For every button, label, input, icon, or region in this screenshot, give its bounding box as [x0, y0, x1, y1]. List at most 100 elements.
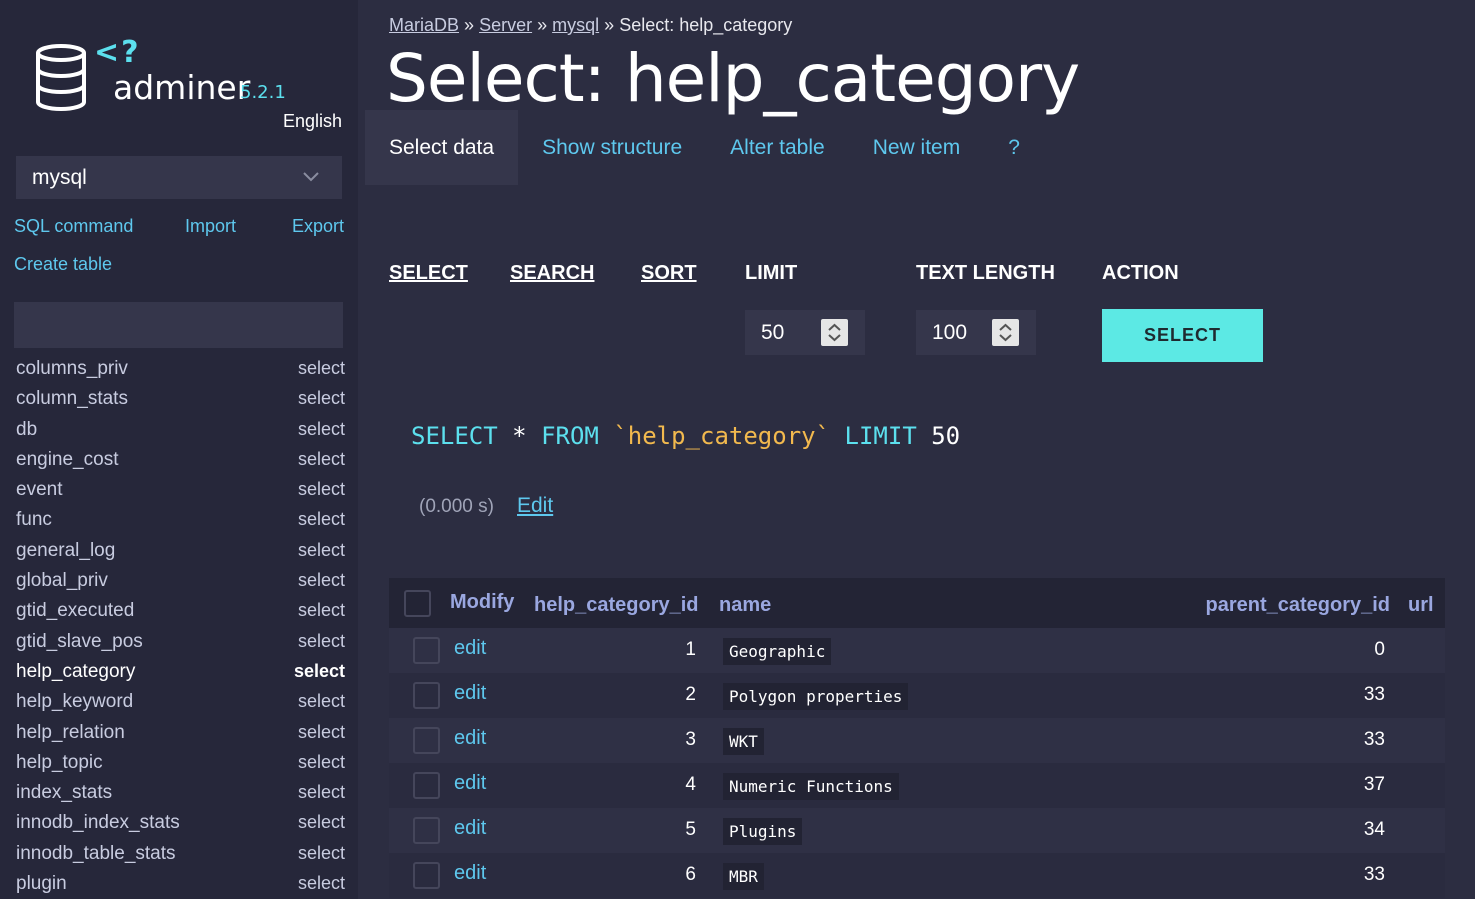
cell-help-category-id: 5 [685, 819, 696, 840]
select-button[interactable]: SELECT [1102, 309, 1263, 362]
row-edit-link[interactable]: edit [454, 862, 486, 885]
column-header-name[interactable]: name [719, 594, 771, 617]
table-select-link[interactable]: select [298, 509, 345, 530]
table-name-link[interactable]: help_relation [16, 722, 125, 744]
tab-new-item[interactable]: New item [849, 110, 985, 185]
column-header-modify[interactable]: Modify [450, 591, 514, 614]
query-timing: (0.000 s) [419, 496, 494, 517]
data-grid: Modify help_category_id name parent_cate… [389, 578, 1445, 898]
table-name-link[interactable]: innodb_index_stats [16, 812, 180, 834]
create-table-link[interactable]: Create table [14, 254, 112, 275]
table-name-link[interactable]: help_topic [16, 752, 103, 774]
table-select-link[interactable]: select [298, 358, 345, 379]
sql-command-link[interactable]: SQL command [14, 216, 133, 237]
breadcrumb-server[interactable]: Server [479, 15, 532, 35]
tab-select-data[interactable]: Select data [365, 110, 519, 185]
row-edit-link[interactable]: edit [454, 817, 486, 840]
database-icon [36, 44, 86, 111]
cell-parent-category-id: 37 [1363, 774, 1385, 795]
column-header-parent-category-id[interactable]: parent_category_id [1205, 594, 1390, 617]
row-edit-link[interactable]: edit [454, 772, 486, 795]
table-row: edit 5 Plugins 34 [389, 808, 1445, 853]
table-name-link[interactable]: gtid_executed [16, 600, 134, 622]
column-header-url[interactable]: url [1408, 594, 1434, 617]
table-name-link[interactable]: columns_priv [16, 358, 128, 380]
sql-keyword: LIMIT [844, 422, 917, 450]
breadcrumb: MariaDB » Server » mysql » Select: help_… [389, 15, 792, 36]
sidebar-table-item: event select [0, 475, 358, 505]
row-edit-link[interactable]: edit [454, 682, 486, 705]
table-select-link[interactable]: select [298, 540, 345, 561]
table-select-link[interactable]: select [294, 661, 345, 682]
table-name-link[interactable]: engine_cost [16, 449, 118, 471]
search-toggle[interactable]: SEARCH [510, 262, 594, 285]
table-name-link[interactable]: gtid_slave_pos [16, 631, 143, 653]
app-name[interactable]: adminer [113, 68, 250, 107]
edit-query-link[interactable]: Edit [517, 494, 553, 518]
export-link[interactable]: Export [292, 216, 344, 237]
table-name-link[interactable]: column_stats [16, 388, 128, 410]
sidebar-table-item: db select [0, 415, 358, 445]
column-header-help-category-id[interactable]: help_category_id [534, 594, 699, 617]
table-name-link[interactable]: innodb_table_stats [16, 843, 176, 865]
tab-alter-table[interactable]: Alter table [706, 110, 849, 185]
text-length-input[interactable]: 100 [916, 310, 1036, 355]
row-checkbox[interactable] [413, 772, 440, 799]
select-all-checkbox[interactable] [404, 590, 431, 617]
cell-parent-category-id: 33 [1363, 684, 1385, 705]
table-select-link[interactable]: select [298, 812, 345, 833]
table-select-link[interactable]: select [298, 691, 345, 712]
select-columns-toggle[interactable]: SELECT [389, 262, 468, 285]
table-filter-input[interactable] [14, 302, 343, 348]
sidebar-table-item: general_log select [0, 536, 358, 566]
table-select-link[interactable]: select [298, 631, 345, 652]
table-select-link[interactable]: select [298, 600, 345, 621]
breadcrumb-database[interactable]: mysql [552, 15, 599, 35]
table-select-link[interactable]: select [298, 419, 345, 440]
app-version: 5.2.1 [240, 82, 286, 103]
sidebar-table-item: innodb_table_stats select [0, 839, 358, 869]
language-selector[interactable]: English [283, 111, 342, 132]
table-name-link[interactable]: help_keyword [16, 691, 133, 713]
row-checkbox[interactable] [413, 817, 440, 844]
import-link[interactable]: Import [185, 216, 236, 237]
spinner-icon[interactable] [821, 319, 848, 346]
table-select-link[interactable]: select [298, 479, 345, 500]
row-edit-link[interactable]: edit [454, 727, 486, 750]
row-checkbox[interactable] [413, 727, 440, 754]
row-checkbox[interactable] [413, 862, 440, 889]
sql-query: SELECT * FROM `help_category` LIMIT 50 [411, 422, 960, 450]
table-name-link[interactable]: plugin [16, 873, 67, 895]
limit-input[interactable]: 50 [745, 310, 865, 355]
table-select-link[interactable]: select [298, 782, 345, 803]
tab-show-structure[interactable]: Show structure [518, 110, 706, 185]
cell-help-category-id: 3 [685, 729, 696, 750]
tab-help[interactable]: ? [984, 110, 1044, 185]
table-name-link[interactable]: event [16, 479, 62, 501]
table-select-link[interactable]: select [298, 570, 345, 591]
row-checkbox[interactable] [413, 682, 440, 709]
row-checkbox[interactable] [413, 637, 440, 664]
table-select-link[interactable]: select [298, 843, 345, 864]
database-select[interactable]: mysql [16, 156, 342, 199]
table-select-link[interactable]: select [298, 449, 345, 470]
table-select-link[interactable]: select [298, 722, 345, 743]
table-select-link[interactable]: select [298, 752, 345, 773]
spinner-icon[interactable] [992, 319, 1019, 346]
code-brace-icon: <? [94, 35, 141, 70]
table-name-link[interactable]: global_priv [16, 570, 108, 592]
table-name-link[interactable]: index_stats [16, 782, 112, 804]
grid-body: edit 1 Geographic 0 edit 2 Polygon properties 3… [389, 628, 1445, 898]
breadcrumb-mariadb[interactable]: MariaDB [389, 15, 459, 35]
sidebar-table-item: help_relation select [0, 718, 358, 748]
table-name-link[interactable]: help_category [16, 661, 135, 683]
table-name-link[interactable]: func [16, 509, 52, 531]
table-select-link[interactable]: select [298, 388, 345, 409]
sort-toggle[interactable]: SORT [641, 262, 697, 285]
cell-name: MBR [723, 863, 764, 890]
table-name-link[interactable]: db [16, 419, 37, 441]
table-list: columns_priv select column_stats select db se… [0, 354, 358, 899]
table-select-link[interactable]: select [298, 873, 345, 894]
row-edit-link[interactable]: edit [454, 637, 486, 660]
table-name-link[interactable]: general_log [16, 540, 115, 562]
